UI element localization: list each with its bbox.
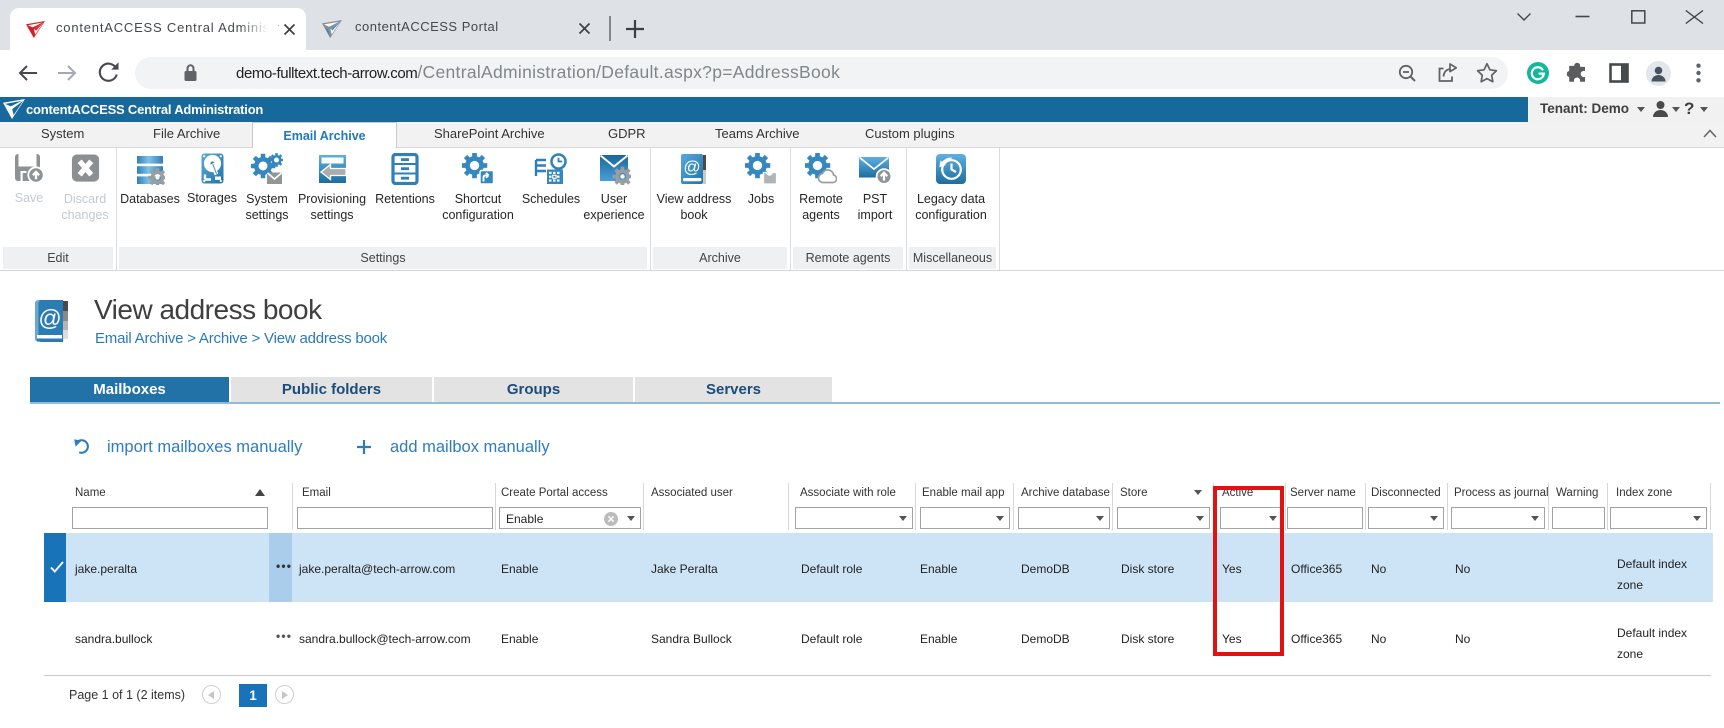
svg-text:@: @ — [683, 158, 700, 177]
svg-text:@: @ — [38, 305, 61, 331]
